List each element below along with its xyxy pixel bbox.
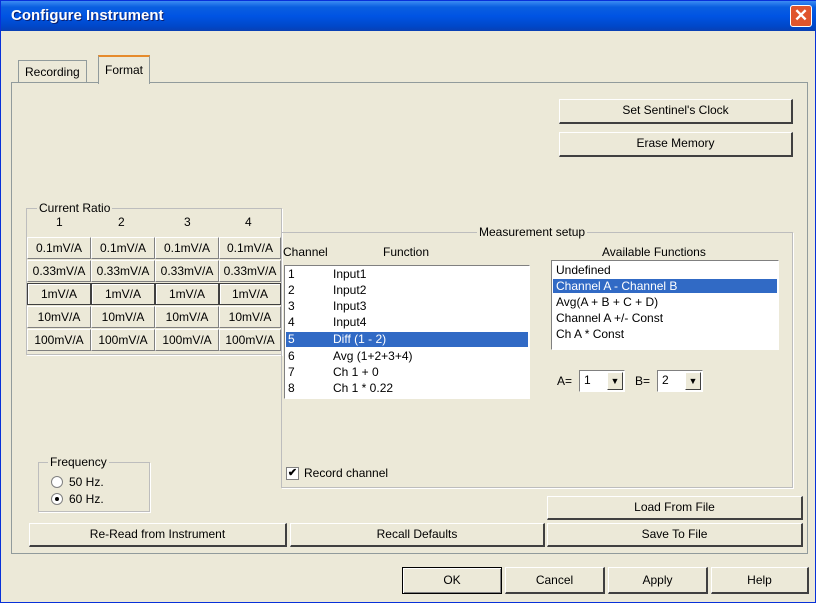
record-channel-checkbox[interactable]: ✔ <box>286 467 299 480</box>
channel-function: Diff (1 - 2) <box>333 332 387 346</box>
ratio-option-selected[interactable]: 1mV/A <box>91 283 155 305</box>
radio-60hz-label: 60 Hz. <box>69 492 104 506</box>
ratio-option[interactable]: 0.1mV/A <box>91 237 155 259</box>
list-item[interactable]: 2 Input2 <box>286 284 528 296</box>
function-header: Function <box>383 245 430 259</box>
channel-number: 6 <box>288 349 295 363</box>
b-label: B= <box>635 374 651 388</box>
record-channel-label: Record channel <box>304 466 389 480</box>
ok-button[interactable]: OK <box>402 567 502 594</box>
ratio-option[interactable]: 100mV/A <box>27 329 91 351</box>
list-item[interactable]: 8 Ch 1 * 0.22 <box>286 382 528 394</box>
list-item[interactable]: 6 Avg (1+2+3+4) <box>286 350 528 362</box>
channel-function: Input1 <box>333 267 367 281</box>
channel-header: Channel <box>283 245 328 259</box>
channel-number: 7 <box>288 365 295 379</box>
erase-memory-button[interactable]: Erase Memory <box>559 132 793 157</box>
ratio-option[interactable]: 10mV/A <box>219 306 281 328</box>
tab-format[interactable]: Format <box>98 55 151 84</box>
list-item[interactable]: 7 Ch 1 + 0 <box>286 366 528 378</box>
current-ratio-legend: Current Ratio <box>37 201 113 215</box>
help-button[interactable]: Help <box>711 567 809 594</box>
recall-defaults-button[interactable]: Recall Defaults <box>290 523 545 547</box>
load-from-file-button[interactable]: Load From File <box>547 496 803 520</box>
list-item[interactable]: Avg(A + B + C + D) <box>553 295 777 309</box>
ratio-option[interactable]: 100mV/A <box>155 329 219 351</box>
ratio-option[interactable]: 0.1mV/A <box>27 237 91 259</box>
channel-function: Input2 <box>333 283 367 297</box>
list-item[interactable]: Undefined <box>553 263 777 277</box>
list-item[interactable]: Channel A +/- Const <box>553 311 777 325</box>
ratio-option[interactable]: 0.33mV/A <box>219 260 281 282</box>
ratio-column-header: 2 <box>118 215 125 229</box>
ratio-option[interactable]: 100mV/A <box>91 329 155 351</box>
channel-function: Ch 1 * 0.22 <box>333 381 394 395</box>
a-label: A= <box>557 374 573 388</box>
chevron-down-icon[interactable]: ▼ <box>607 372 623 390</box>
chevron-down-icon[interactable]: ▼ <box>685 372 701 390</box>
ratio-option[interactable]: 100mV/A <box>219 329 281 351</box>
apply-button[interactable]: Apply <box>608 567 708 594</box>
available-functions-list[interactable]: Undefined Channel A - Channel B Avg(A + … <box>551 260 779 350</box>
window-title: Configure Instrument <box>11 7 164 24</box>
ratio-option[interactable]: 10mV/A <box>27 306 91 328</box>
close-icon: ✕ <box>793 6 809 25</box>
channel-number: 2 <box>288 283 295 297</box>
ratio-option-selected[interactable]: 1mV/A <box>155 283 219 305</box>
set-clock-button[interactable]: Set Sentinel's Clock <box>559 99 793 124</box>
cancel-button[interactable]: Cancel <box>505 567 605 594</box>
channel-function: Input3 <box>333 299 367 313</box>
channel-function: Input4 <box>333 315 367 329</box>
b-select[interactable]: 2 ▼ <box>657 370 703 392</box>
dialog-window: Configure Instrument ✕ Recording Format … <box>0 0 816 603</box>
title-bar[interactable]: Configure Instrument ✕ <box>1 1 816 31</box>
save-to-file-button[interactable]: Save To File <box>547 523 803 547</box>
list-item-selected[interactable]: 5 Diff (1 - 2) <box>286 332 528 347</box>
channel-number: 3 <box>288 299 295 313</box>
ratio-option[interactable]: 0.1mV/A <box>219 237 281 259</box>
tab-recording-label: Recording <box>25 65 80 79</box>
list-item[interactable]: 3 Input3 <box>286 300 528 312</box>
ratio-option[interactable]: 10mV/A <box>91 306 155 328</box>
ratio-option-selected[interactable]: 1mV/A <box>219 283 281 305</box>
tab-format-label: Format <box>105 63 144 77</box>
list-item-selected[interactable]: Channel A - Channel B <box>553 279 777 293</box>
radio-50hz-label: 50 Hz. <box>69 475 104 489</box>
list-item[interactable]: Ch A * Const <box>553 327 777 341</box>
ratio-option[interactable]: 0.33mV/A <box>91 260 155 282</box>
list-item[interactable]: 4 Input4 <box>286 316 528 328</box>
available-functions-header: Available Functions <box>602 245 706 259</box>
channel-function: Avg (1+2+3+4) <box>333 349 413 363</box>
ratio-column-header: 3 <box>184 215 191 229</box>
channel-number: 8 <box>288 381 295 395</box>
a-select-value: 1 <box>584 373 591 387</box>
ratio-column-header: 1 <box>56 215 63 229</box>
tab-recording[interactable]: Recording <box>18 60 87 83</box>
radio-60hz[interactable] <box>51 493 63 505</box>
frequency-legend: Frequency <box>48 455 109 469</box>
ratio-option[interactable]: 0.1mV/A <box>155 237 219 259</box>
list-item[interactable]: 1 Input1 <box>286 268 528 280</box>
ratio-option-selected[interactable]: 1mV/A <box>27 283 91 305</box>
reread-instrument-button[interactable]: Re-Read from Instrument <box>29 523 287 547</box>
ratio-option[interactable]: 0.33mV/A <box>27 260 91 282</box>
radio-50hz[interactable] <box>51 476 63 488</box>
channel-function: Ch 1 + 0 <box>333 365 379 379</box>
channel-number: 5 <box>288 332 295 346</box>
close-button[interactable]: ✕ <box>790 5 812 27</box>
channel-number: 4 <box>288 315 295 329</box>
checkmark-icon: ✔ <box>287 467 298 479</box>
measurement-setup-legend: Measurement setup <box>477 225 588 239</box>
a-select[interactable]: 1 ▼ <box>579 370 625 392</box>
ratio-option[interactable]: 10mV/A <box>155 306 219 328</box>
b-select-value: 2 <box>662 373 669 387</box>
ratio-option[interactable]: 0.33mV/A <box>155 260 219 282</box>
ratio-column-header: 4 <box>245 215 252 229</box>
channel-list[interactable]: 1 Input1 2 Input2 3 Input3 4 Input4 5 Diff (1… <box>284 265 530 399</box>
channel-number: 1 <box>288 267 295 281</box>
